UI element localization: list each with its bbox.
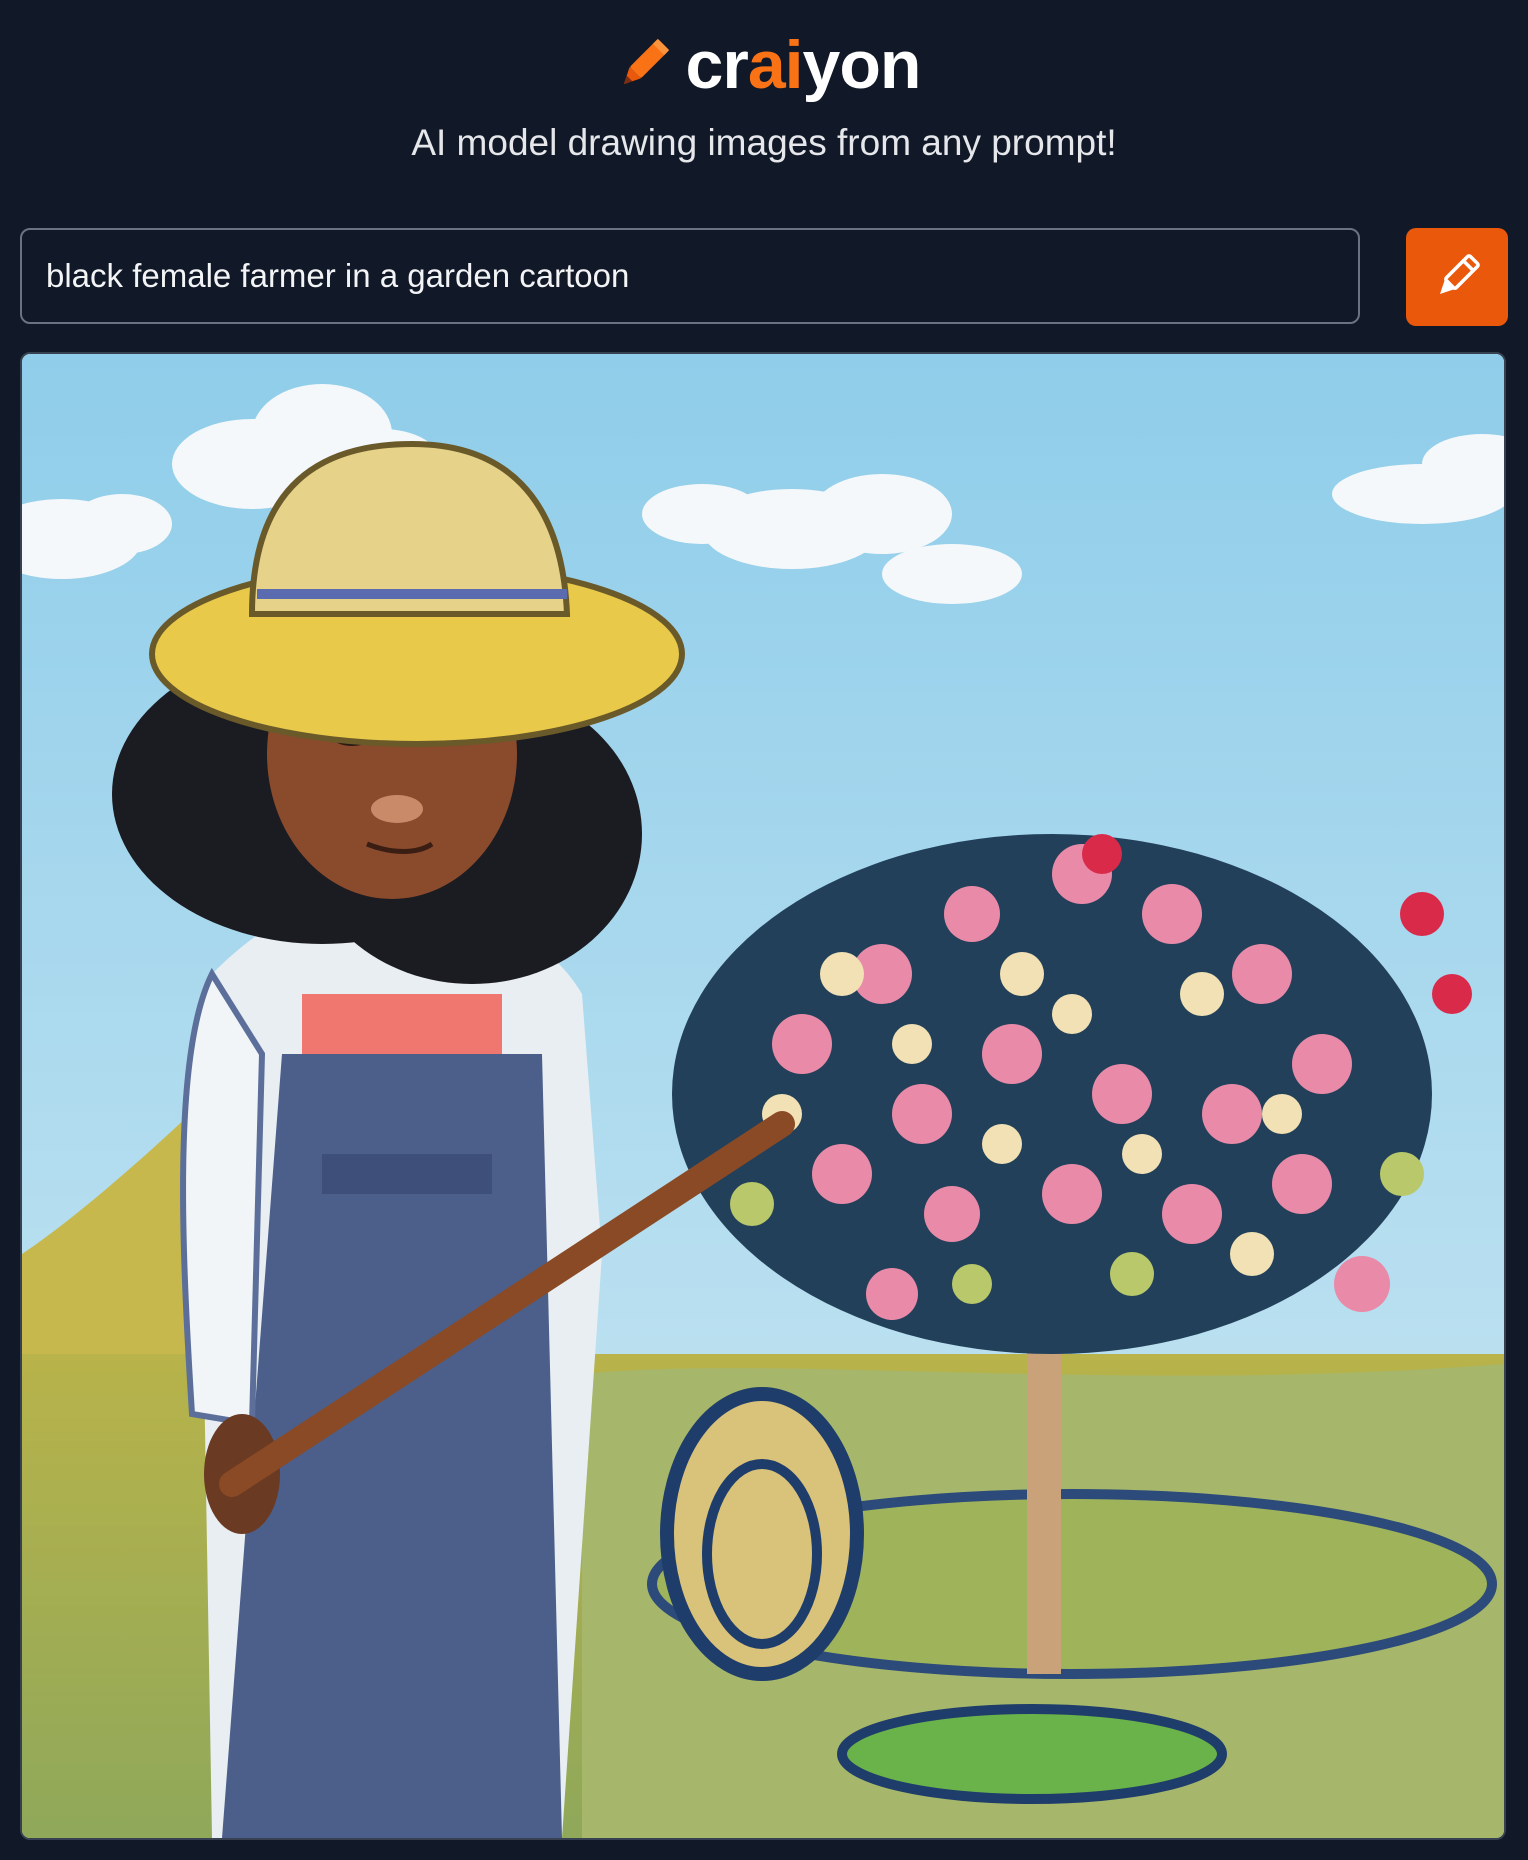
craiyon-logo[interactable]: craiyon [0,22,1528,108]
generated-image-art [22,354,1504,1838]
logo-text-prefix: cr [685,27,749,103]
pencil-icon [1440,254,1480,294]
logo-text-suffix: yon [802,27,922,103]
pencil-icon [623,38,669,85]
tagline: AI model drawing images from any prompt! [411,122,1117,163]
prompt-input[interactable] [20,228,1360,324]
logo-text: craiyon [686,31,922,99]
craiyon-page: craiyon AI model drawing images from any… [0,0,1528,1860]
generated-image[interactable] [20,352,1506,1840]
prompt-bar [20,228,1508,328]
draw-button[interactable] [1406,228,1508,326]
logo-text-highlight: ai [747,27,804,103]
